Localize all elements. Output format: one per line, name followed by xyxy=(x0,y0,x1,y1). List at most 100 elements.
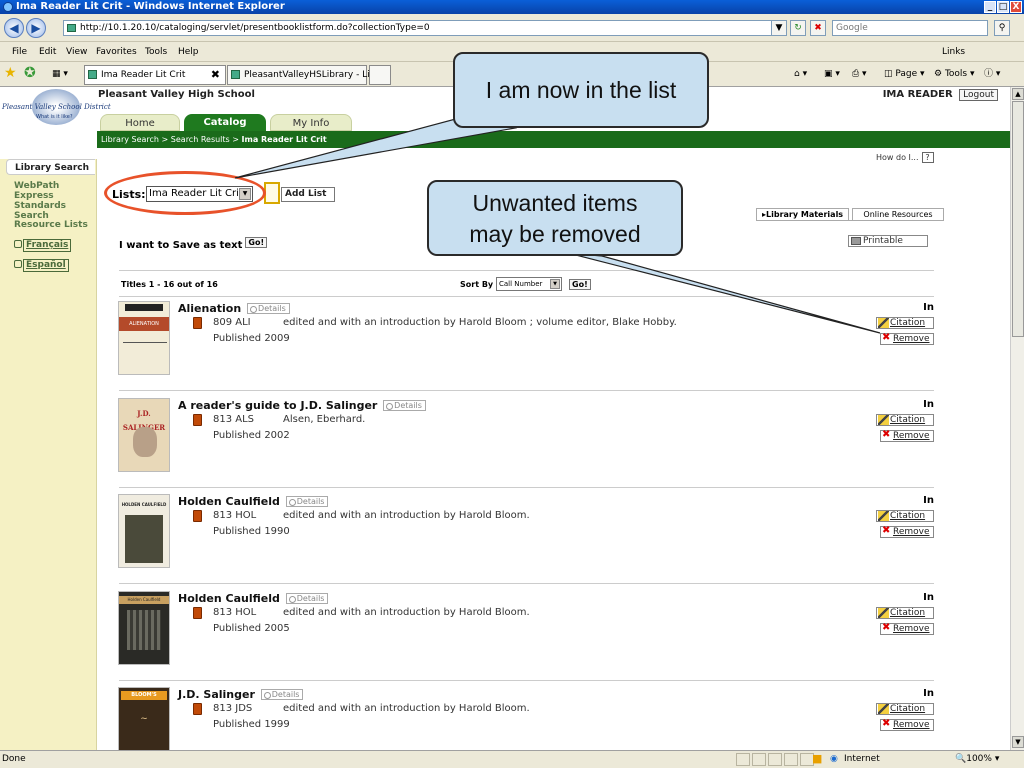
item-title-link[interactable]: A reader's guide to J.D. Salinger xyxy=(178,399,377,412)
citation-button[interactable]: Citation xyxy=(876,703,934,715)
ie-icon xyxy=(3,2,13,12)
remove-button[interactable]: ✖ Remove xyxy=(880,623,934,635)
tab-close-icon[interactable]: ✖ xyxy=(211,66,220,84)
highlight-ellipse xyxy=(104,171,266,215)
page-menu[interactable]: ◫ Page ▾ xyxy=(884,65,925,83)
menu-edit[interactable]: Edit xyxy=(39,42,56,62)
menu-view[interactable]: View xyxy=(66,42,87,62)
details-button[interactable]: Details xyxy=(383,400,426,411)
details-button[interactable]: Details xyxy=(247,303,290,314)
item-title: Holden Caulfield Details xyxy=(178,495,329,508)
remove-label: Remove xyxy=(893,334,930,344)
user-name: IMA READER xyxy=(882,89,953,100)
forward-icon[interactable]: ▶ xyxy=(26,18,46,38)
new-tab-button[interactable] xyxy=(369,65,391,85)
item-title-link[interactable]: Holden Caulfield xyxy=(178,495,280,508)
stop-icon[interactable]: ✖ xyxy=(810,20,826,36)
chevron-down-icon[interactable]: ▼ xyxy=(550,279,560,289)
browser-tab-active[interactable]: Ima Reader Lit Crit ✖ xyxy=(84,65,226,85)
print-icon[interactable]: ⎙ ▾ xyxy=(852,65,867,83)
details-button[interactable]: Details xyxy=(285,593,329,604)
divider xyxy=(119,583,934,584)
remove-button[interactable]: ✖ Remove xyxy=(880,719,934,731)
clipboard-icon xyxy=(264,182,280,204)
tab-my-info[interactable]: My Info xyxy=(270,114,352,131)
sort-go-button[interactable]: Go! xyxy=(569,279,591,290)
item-title-link[interactable]: Holden Caulfield xyxy=(178,592,280,605)
add-favorite-icon[interactable]: ✪ xyxy=(24,65,36,81)
sort-select[interactable]: Call Number ▼ xyxy=(496,277,562,291)
remove-button[interactable]: ✖ Remove xyxy=(880,333,934,345)
tab-favicon-icon xyxy=(231,70,240,79)
callout-list: I am now in the list xyxy=(453,52,709,128)
menu-tools[interactable]: Tools xyxy=(145,42,167,62)
lock-icon: ■ xyxy=(812,752,823,765)
tab-library-materials-label: Library Materials xyxy=(766,210,844,219)
cover-script-shape: ~ xyxy=(140,714,148,724)
breadcrumb-path[interactable]: Library Search > Search Results > xyxy=(101,135,242,144)
remove-button[interactable]: ✖ Remove xyxy=(880,526,934,538)
scroll-up-icon[interactable]: ▲ xyxy=(1012,88,1024,100)
tab-catalog[interactable]: Catalog xyxy=(184,114,266,131)
school-name: Pleasant Valley High School xyxy=(98,89,255,100)
add-list-button[interactable]: Add List xyxy=(281,187,335,202)
citation-label: Citation xyxy=(890,318,926,328)
details-button[interactable]: Details xyxy=(260,689,304,700)
sidebar-item-webpath-express[interactable]: WebPath Express xyxy=(14,181,96,201)
menu-help[interactable]: Help xyxy=(178,42,199,62)
menu-favorites[interactable]: Favorites xyxy=(96,42,137,62)
minimize-button[interactable]: _ xyxy=(984,1,996,13)
refresh-icon[interactable]: ↻ xyxy=(790,20,806,36)
home-icon[interactable]: ⌂ ▾ xyxy=(794,65,807,83)
question-icon[interactable]: ? xyxy=(921,152,934,163)
menu-file[interactable]: File xyxy=(12,42,27,62)
browser-tab-label: PleasantValleyHSLibrary - Lit... xyxy=(244,70,382,80)
sort-selected-value: Call Number xyxy=(499,280,543,288)
search-icon[interactable]: ⚲ xyxy=(994,20,1010,36)
zoom-control[interactable]: 🔍100% ▾ xyxy=(955,751,999,767)
address-dropdown-icon[interactable]: ▼ xyxy=(771,20,787,36)
book-icon xyxy=(193,703,202,715)
search-input[interactable]: Google xyxy=(832,20,988,36)
language-icon xyxy=(14,240,22,248)
tab-home[interactable]: Home xyxy=(100,114,180,131)
item-title-link[interactable]: J.D. Salinger xyxy=(178,688,255,701)
status-badge: In xyxy=(923,302,934,313)
status-bar: Done ■ ◉ Internet 🔍100% ▾ xyxy=(0,750,1024,768)
citation-button[interactable]: Citation xyxy=(876,317,934,329)
sidebar-item-standards-search[interactable]: Standards Search xyxy=(14,201,96,221)
links-button[interactable]: Links xyxy=(942,42,965,62)
item-title-link[interactable]: Alienation xyxy=(178,302,241,315)
sidebar-item-library-search[interactable]: Library Search xyxy=(6,159,95,175)
cover-portrait-shape xyxy=(133,427,157,457)
citation-button[interactable]: Citation xyxy=(876,607,934,619)
tab-list-icon[interactable]: ▦ ▾ xyxy=(52,65,68,83)
how-do-i[interactable]: How do I...? xyxy=(876,152,934,163)
browser-tab[interactable]: PleasantValleyHSLibrary - Lit... xyxy=(227,65,382,85)
address-input[interactable]: http://10.1.20.10/cataloging/servlet/pre… xyxy=(63,20,787,36)
divider xyxy=(119,270,934,271)
help-icon[interactable]: ⓘ ▾ xyxy=(984,65,1000,83)
maximize-button[interactable]: □ xyxy=(997,1,1009,13)
citation-button[interactable]: Citation xyxy=(876,414,934,426)
printable-button[interactable]: Printable xyxy=(848,235,928,247)
close-button[interactable]: X xyxy=(1010,1,1022,13)
sidebar-item-resource-lists[interactable]: Resource Lists xyxy=(14,220,88,230)
vertical-scrollbar[interactable]: ▲ ▼ xyxy=(1010,87,1024,750)
save-go-button[interactable]: Go! xyxy=(245,237,268,248)
scrollbar-thumb[interactable] xyxy=(1012,101,1024,337)
remove-button[interactable]: ✖ Remove xyxy=(880,430,934,442)
window-title: Ima Reader Lit Crit - Windows Internet E… xyxy=(16,1,285,12)
cover-title: HOLDEN CAULFIELD xyxy=(121,502,167,507)
scroll-down-icon[interactable]: ▼ xyxy=(1012,736,1024,748)
logout-button[interactable]: Logout xyxy=(959,89,998,101)
tools-menu[interactable]: ⚙ Tools ▾ xyxy=(934,65,975,83)
back-icon[interactable]: ◀ xyxy=(4,18,24,38)
favorites-star-icon[interactable]: ★ xyxy=(4,65,17,81)
browser-tab-label: Ima Reader Lit Crit xyxy=(101,70,186,80)
language-francais[interactable]: Français xyxy=(14,239,84,252)
feeds-icon[interactable]: ▣ ▾ xyxy=(824,65,840,83)
details-button[interactable]: Details xyxy=(285,496,329,507)
language-espanol[interactable]: Español xyxy=(14,259,84,272)
citation-button[interactable]: Citation xyxy=(876,510,934,522)
